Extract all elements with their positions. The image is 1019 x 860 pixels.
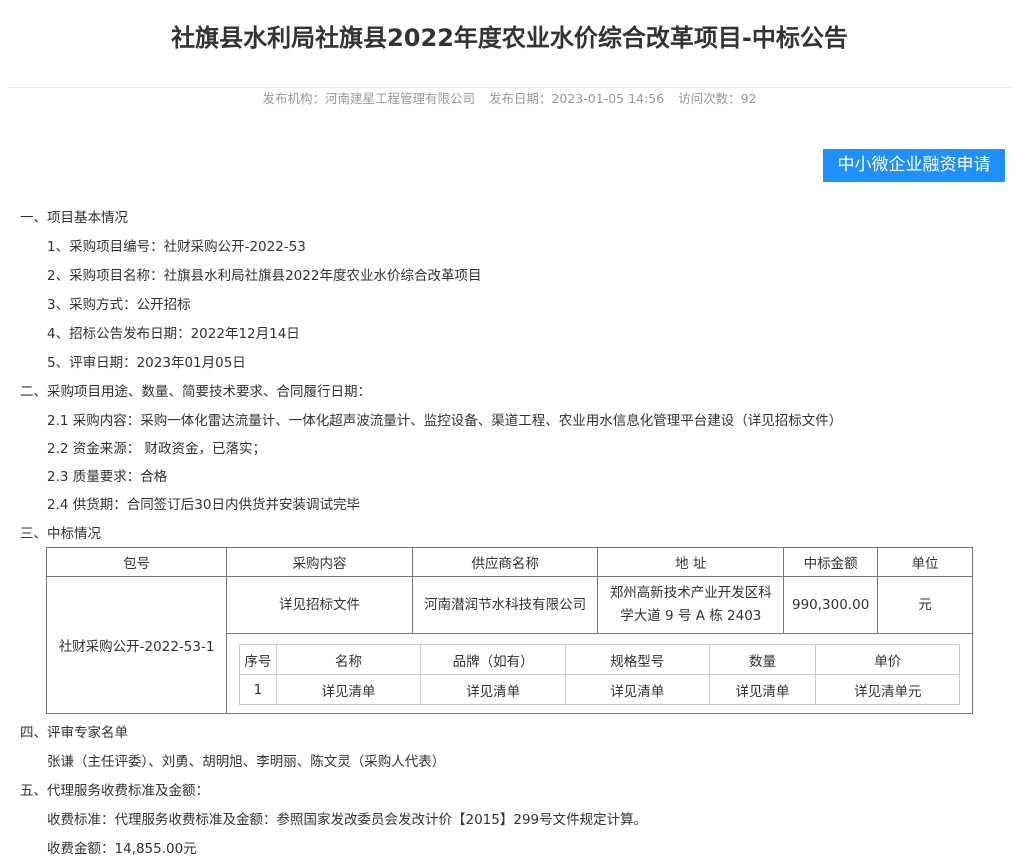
cell-package: 社财采购公开-2022-53-1 <box>45 576 228 714</box>
section-heading-requirements: 二、采购项目用途、数量、简要技术要求、合同履行日期： <box>20 384 371 400</box>
detail-header: 序号 <box>239 644 277 675</box>
publish-date-text: 发布日期：2023-01-05 14:56 <box>488 91 665 106</box>
cell-address: 郑州高新技术产业开发区科 学大道 9 号 A 栋 2403 <box>597 576 785 634</box>
header-amount: 中标金额 <box>783 547 879 577</box>
detail-header: 名称 <box>275 644 422 675</box>
list-item: 4、招标公告发布日期：2022年12月14日 <box>47 326 300 342</box>
list-item: 2.1 采购内容：采购一体化雷达流量计、一体化超声波流量计、监控设备、渠道工程、… <box>47 413 843 429</box>
publisher-text: 发布机构：河南建星工程管理有限公司 <box>262 91 475 106</box>
detail-cell: 详见清单 <box>275 674 422 705</box>
detail-cell: 1 <box>239 674 277 705</box>
fee-standard: 收费标准：代理服务收费标准及金额：参照国家发改委员会发改计价【2015】299号… <box>47 812 648 828</box>
section-heading-award: 三、中标情况 <box>20 526 101 542</box>
header-package: 包号 <box>45 547 228 577</box>
list-item: 2.2 资金来源： 财政资金，已落实； <box>47 441 267 457</box>
cell-detail: 序号 名称 品牌（如有） 规格型号 数量 单价 1 详见清单 详见清单 详见清单… <box>226 633 973 714</box>
detail-row: 1 详见清单 详见清单 详见清单 详见清单 详见清单元 <box>239 674 961 705</box>
detail-cell: 详见清单 <box>708 674 817 705</box>
list-item: 5、评审日期：2023年01月05日 <box>47 355 246 371</box>
award-table: 包号 采购内容 供应商名称 地 址 中标金额 单位 社财采购公开-2022-53… <box>45 547 973 714</box>
section-heading-basic-info: 一、项目基本情况 <box>20 210 128 226</box>
list-item: 2.4 供货期：合同签订后30日内供货并安装调试完毕 <box>47 497 360 513</box>
detail-table: 序号 名称 品牌（如有） 规格型号 数量 单价 1 详见清单 详见清单 详见清单… <box>239 644 961 705</box>
visit-count-text: 访问次数：92 <box>678 91 757 106</box>
header-address: 地 址 <box>597 547 785 577</box>
detail-cell: 详见清单 <box>420 674 566 705</box>
detail-header: 规格型号 <box>564 644 710 675</box>
detail-cell: 详见清单元 <box>815 674 961 705</box>
expert-list: 张谦（主任评委）、刘勇、胡明旭、李明丽、陈文灵（采购人代表） <box>47 754 446 770</box>
list-item: 2、采购项目名称：社旗县水利局社旗县2022年度农业水价综合改革项目 <box>47 268 482 284</box>
address-line: 郑州高新技术产业开发区科 <box>609 585 772 601</box>
header-unit: 单位 <box>877 547 973 577</box>
list-item: 2.3 质量要求：合格 <box>47 469 168 485</box>
section-heading-fees: 五、代理服务收费标准及金额： <box>20 783 209 799</box>
address-line: 学大道 9 号 A 栋 2403 <box>620 608 762 624</box>
detail-header: 数量 <box>708 644 817 675</box>
detail-header: 单价 <box>815 644 961 675</box>
finance-application-button[interactable]: 中小微企业融资申请 <box>823 149 1005 182</box>
detail-header-row: 序号 名称 品牌（如有） 规格型号 数量 单价 <box>239 644 961 675</box>
fee-amount: 收费金额：14,855.00元 <box>47 841 197 857</box>
publish-meta: 发布机构：河南建星工程管理有限公司 发布日期：2023-01-05 14:56 … <box>0 88 1019 107</box>
page-title: 社旗县水利局社旗县2022年度农业水价综合改革项目-中标公告 <box>171 24 848 52</box>
cell-content: 详见招标文件 <box>226 576 413 634</box>
detail-header: 品牌（如有） <box>420 644 566 675</box>
list-item: 3、采购方式：公开招标 <box>47 297 191 313</box>
cell-unit: 元 <box>877 576 973 634</box>
section-heading-experts: 四、评审专家名单 <box>20 725 128 741</box>
cell-supplier: 河南潜润节水科技有限公司 <box>411 576 599 634</box>
table-row: 社财采购公开-2022-53-1 详见招标文件 河南潜润节水科技有限公司 郑州高… <box>45 576 973 714</box>
list-item: 1、采购项目编号：社财采购公开-2022-53 <box>47 239 306 255</box>
table-header-row: 包号 采购内容 供应商名称 地 址 中标金额 单位 <box>45 547 973 577</box>
cell-amount: 990,300.00 <box>783 576 879 634</box>
detail-cell: 详见清单 <box>564 674 710 705</box>
header-content: 采购内容 <box>226 547 413 577</box>
header-supplier: 供应商名称 <box>411 547 599 577</box>
